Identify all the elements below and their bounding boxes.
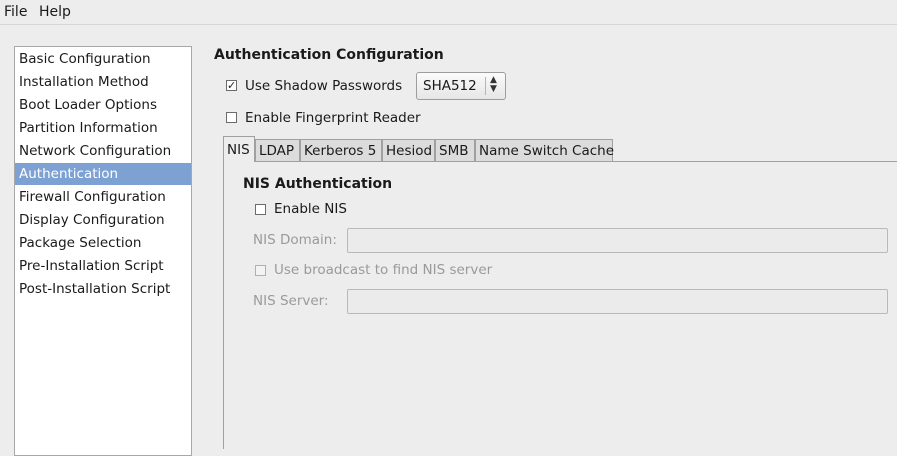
checkmark-icon: ✓ <box>227 79 237 92</box>
tab-ldap[interactable]: LDAP <box>255 139 300 161</box>
menu-help[interactable]: Help <box>39 4 71 20</box>
sidebar-item-pre-installation-script[interactable]: Pre-Installation Script <box>15 255 191 277</box>
fingerprint-label[interactable]: Enable Fingerprint Reader <box>245 110 421 126</box>
broadcast-checkbox[interactable] <box>255 265 266 276</box>
enable-nis-checkbox[interactable] <box>255 204 266 215</box>
hash-algorithm-select[interactable]: SHA512 ▲ ▼ <box>416 72 506 100</box>
sidebar-item-installation-method[interactable]: Installation Method <box>15 71 191 93</box>
sidebar-item-partition-information[interactable]: Partition Information <box>15 117 191 139</box>
sidebar-item-network-configuration[interactable]: Network Configuration <box>15 140 191 162</box>
hash-algorithm-value: SHA512 <box>423 78 477 94</box>
combo-separator <box>485 77 486 95</box>
sidebar-item-display-configuration[interactable]: Display Configuration <box>15 209 191 231</box>
menu-file[interactable]: File <box>4 4 27 20</box>
nis-panel-title: NIS Authentication <box>243 176 393 192</box>
sidebar-item-authentication[interactable]: Authentication <box>15 163 191 185</box>
sidebar-item-firewall-configuration[interactable]: Firewall Configuration <box>15 186 191 208</box>
nis-domain-input[interactable] <box>347 228 888 253</box>
sidebar-item-package-selection[interactable]: Package Selection <box>15 232 191 254</box>
tab-hesiod[interactable]: Hesiod <box>382 139 435 161</box>
nis-domain-label: NIS Domain: <box>253 232 337 248</box>
sidebar: Basic Configuration Installation Method … <box>14 46 192 456</box>
menu-bar: File Help <box>0 0 897 25</box>
tab-kerberos-5[interactable]: Kerberos 5 <box>300 139 382 161</box>
page-title: Authentication Configuration <box>214 47 444 63</box>
sidebar-item-boot-loader-options[interactable]: Boot Loader Options <box>15 94 191 116</box>
enable-nis-label[interactable]: Enable NIS <box>274 201 347 217</box>
up-down-arrows-icon: ▲ ▼ <box>490 75 497 94</box>
tab-name-switch-cache[interactable]: Name Switch Cache <box>475 139 614 161</box>
sidebar-item-basic-configuration[interactable]: Basic Configuration <box>15 48 191 70</box>
fingerprint-checkbox[interactable] <box>226 112 237 123</box>
shadow-passwords-label[interactable]: Use Shadow Passwords <box>245 78 402 94</box>
nis-server-label: NIS Server: <box>253 293 329 309</box>
nis-server-input[interactable] <box>347 289 888 314</box>
tab-nis[interactable]: NIS <box>223 136 255 162</box>
tab-smb[interactable]: SMB <box>435 139 475 161</box>
sidebar-item-post-installation-script[interactable]: Post-Installation Script <box>15 278 191 300</box>
broadcast-label[interactable]: Use broadcast to find NIS server <box>274 262 492 278</box>
shadow-passwords-checkbox[interactable]: ✓ <box>226 80 237 91</box>
